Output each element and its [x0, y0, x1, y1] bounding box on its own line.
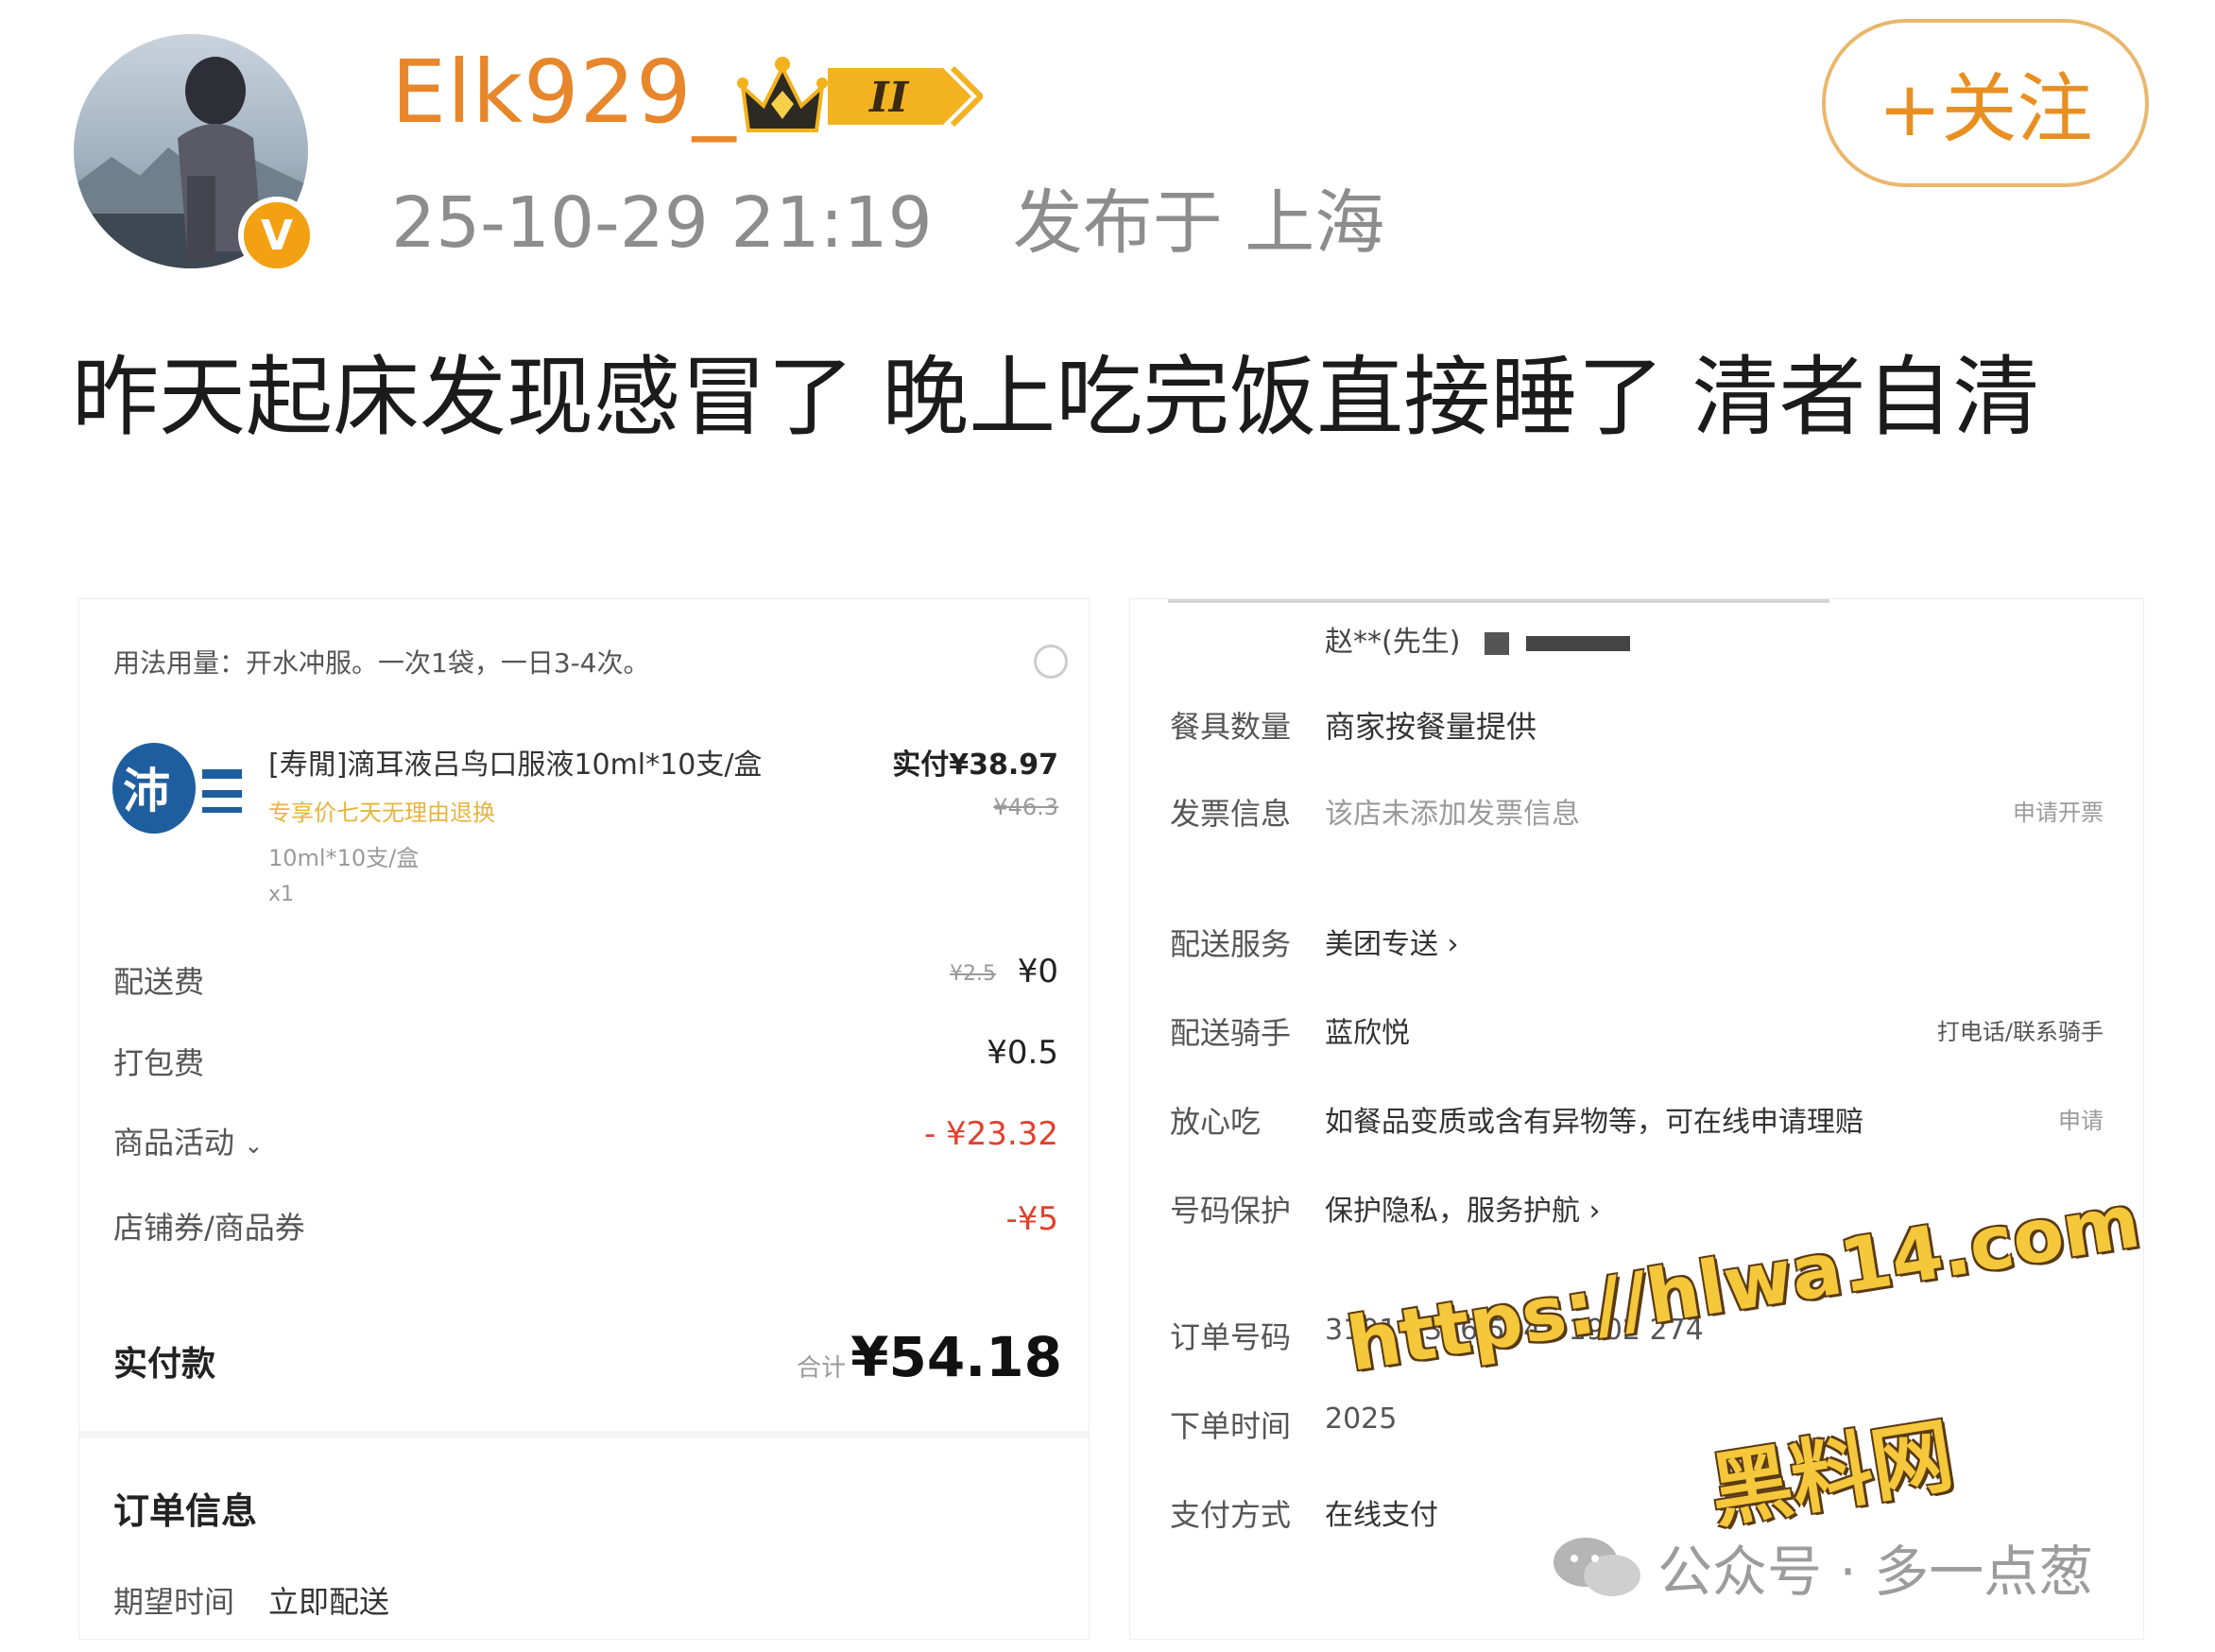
recipient-name: 赵**(先生)	[1325, 626, 1461, 659]
svg-text:沛: 沛	[123, 764, 170, 818]
post-timestamp: 25-10-29 21:19	[391, 182, 933, 264]
redacted-block	[1484, 631, 1509, 655]
usage-note: 用法用量：开水冲服。一次1袋，一日3-4次。	[113, 647, 650, 679]
detail-label-safe-eat: 放心吃	[1170, 1104, 1262, 1140]
request-invoice-link[interactable]: 申请开票	[1915, 794, 2103, 827]
fee-label-promotion[interactable]: 商品活动 ⌄	[113, 1119, 263, 1162]
total-value: ¥54.18	[850, 1325, 1062, 1389]
safe-eat-claim-link[interactable]: 申请	[2009, 1102, 2103, 1135]
fee-promotion-label: 商品活动	[113, 1125, 235, 1161]
wechat-icon	[1554, 1538, 1640, 1596]
product-promo: 专享价七天无理由退换	[268, 800, 495, 826]
product-original-price: ¥46.3	[993, 794, 1058, 820]
redacted-phone	[1525, 635, 1630, 651]
section-divider	[79, 1431, 1089, 1438]
detail-value-order-time: 2025	[1325, 1402, 1398, 1436]
fee-packing-value: ¥0.5	[987, 1034, 1058, 1072]
post-text: 昨天起床发现感冒了 晚上吃完饭直接睡了 清者自清	[72, 347, 2040, 448]
detail-value-invoice: 该店未添加发票信息	[1325, 798, 1580, 831]
product-spec: 10ml*10支/盒	[268, 845, 420, 871]
pharmacy-logo-icon: 沛	[112, 741, 244, 835]
product-qty: x1	[268, 883, 295, 906]
detail-label-order-time: 下单时间	[1170, 1408, 1292, 1444]
fee-promotion-value: - ¥23.32	[923, 1115, 1058, 1153]
detail-label-number-protection: 号码保护	[1170, 1193, 1292, 1229]
detail-label-rider: 配送骑手	[1170, 1015, 1292, 1051]
detail-value-rider: 蓝欣悦	[1325, 1017, 1410, 1050]
detail-value-safe-eat: 如餐品变质或含有异物等，可在线申请理赔	[1325, 1106, 1863, 1139]
expected-time-value: 立即配送	[268, 1584, 390, 1620]
contact-rider-link[interactable]: 打电话/联系骑手	[1867, 1013, 2103, 1046]
total-label: 实付款	[113, 1345, 216, 1384]
follow-button[interactable]: +关注	[1822, 19, 2149, 187]
level-badge-text: II	[867, 74, 910, 122]
product-name[interactable]: [寿閒]滴耳液吕鸟口服液10ml*10支/盒	[268, 741, 762, 783]
total-prefix: 合计	[797, 1354, 847, 1383]
expected-time-label: 期望时间	[113, 1584, 235, 1620]
chevron-down-icon: ⌄	[244, 1132, 264, 1159]
detail-value-delivery-service[interactable]: 美团专送 ›	[1325, 921, 1459, 962]
order-summary-card: 用法用量：开水冲服。一次1袋，一日3-4次。 沛 [寿閒]滴耳液吕鸟口服液10m…	[79, 599, 1089, 1639]
order-info-title: 订单信息	[113, 1490, 258, 1532]
detail-label-cutlery: 餐具数量	[1170, 709, 1292, 745]
top-line	[1168, 599, 1829, 603]
post-location: 发布于 上海	[1012, 182, 1385, 264]
watermark-account: 公众号 · 多一点葱	[1550, 1527, 2093, 1607]
detail-value-cutlery: 商家按餐量提供	[1325, 709, 1537, 745]
clock-icon	[1034, 645, 1068, 679]
fee-label-delivery: 配送费	[113, 964, 205, 1000]
detail-value-payment: 在线支付	[1325, 1499, 1438, 1532]
detail-value-number-protection[interactable]: 保护隐私，服务护航 ›	[1325, 1187, 1601, 1229]
product-paid-price: 实付¥38.97	[892, 749, 1058, 782]
total-amount: 合计 ¥54.18	[741, 1325, 1062, 1389]
fee-delivery-value: ¥0	[1017, 953, 1058, 990]
username[interactable]: Elk929_	[391, 40, 737, 146]
post-meta: 25-10-29 21:19 发布于 上海	[391, 178, 1384, 268]
fee-label-packing: 打包费	[113, 1045, 205, 1081]
detail-label-invoice: 发票信息	[1170, 796, 1292, 832]
watermark-account-text: 公众号 · 多一点葱	[1657, 1540, 2094, 1604]
detail-label-order-number: 订单号码	[1170, 1319, 1292, 1355]
fee-coupon-value: -¥5	[1005, 1200, 1058, 1238]
detail-label-delivery-service: 配送服务	[1170, 926, 1292, 962]
detail-label-payment: 支付方式	[1170, 1497, 1292, 1533]
crown-level-badge-icon: II	[737, 57, 983, 132]
verified-badge-icon: V	[238, 197, 316, 274]
fee-label-coupon: 店铺券/商品券	[113, 1210, 305, 1246]
order-detail-card: 赵**(先生) 餐具数量 商家按餐量提供 发票信息 该店未添加发票信息 申请开票…	[1130, 599, 2143, 1639]
recipient: 赵**(先生)	[1325, 618, 1630, 660]
